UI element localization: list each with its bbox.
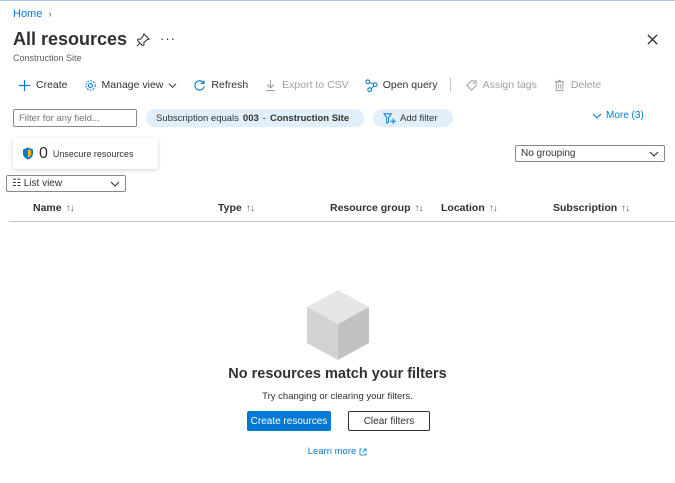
download-icon: [266, 79, 276, 91]
clear-filters-button[interactable]: Clear filters: [348, 411, 430, 431]
chevron-down-icon: [592, 113, 602, 119]
empty-state-subtitle: Try changing or clearing your filters.: [262, 391, 413, 402]
breadcrumb: Home ›: [13, 8, 52, 20]
learn-more-label: Learn more: [307, 446, 357, 457]
sort-icon: ↑↓: [621, 202, 630, 214]
create-resources-button[interactable]: Create resources: [247, 411, 331, 431]
open-query-button[interactable]: Open query: [365, 78, 438, 92]
add-filter-label: Add filter: [400, 112, 438, 124]
assign-tags-button[interactable]: Assign tags: [465, 79, 537, 92]
toolbar-divider: [449, 78, 451, 92]
refresh-label: Refresh: [211, 79, 249, 91]
column-header-resource-group[interactable]: Resource group ↑↓: [330, 202, 424, 214]
more-filters-link[interactable]: More (3): [592, 110, 644, 121]
create-label: Create: [36, 79, 68, 91]
column-label: Resource group: [330, 202, 411, 214]
query-icon: [365, 78, 378, 92]
shield-icon: [23, 147, 33, 160]
empty-state-title: No resources match your filters: [228, 366, 447, 382]
column-header-location[interactable]: Location ↑↓: [441, 202, 498, 214]
page-subtitle: Construction Site: [13, 53, 82, 63]
add-filter-icon: [383, 112, 396, 124]
view-dropdown[interactable]: ☷ List view: [6, 175, 126, 192]
gear-icon: [84, 79, 96, 91]
unsecure-label: Unsecure resources: [52, 148, 134, 159]
unsecure-resources-card[interactable]: 0 Unsecure resources: [13, 138, 158, 169]
create-button[interactable]: Create: [18, 79, 68, 92]
manage-view-label: Manage view: [101, 79, 164, 91]
column-label: Type: [218, 202, 242, 214]
column-label: Location: [441, 202, 485, 214]
filter-input[interactable]: [13, 109, 137, 127]
column-label: Subscription: [553, 202, 618, 214]
export-csv-button[interactable]: Export to CSV: [264, 79, 349, 92]
sort-icon: ↑↓: [488, 202, 498, 214]
delete-button[interactable]: Delete: [553, 79, 601, 92]
trash-icon: [554, 79, 564, 91]
chevron-down-icon: [110, 181, 120, 187]
page-title: All resources: [13, 29, 128, 49]
subscription-filter-name: Construction Site: [269, 112, 350, 124]
grouping-dropdown[interactable]: No grouping: [515, 145, 665, 162]
more-options-icon[interactable]: ···: [160, 31, 176, 46]
sort-icon: ↑↓: [245, 202, 255, 214]
subscription-filter-prefix: Subscription equals: [156, 112, 239, 124]
table-header: Name ↑↓ Type ↑↓ Resource group ↑↓ Locati…: [9, 200, 675, 222]
plus-icon: [18, 79, 31, 91]
manage-view-button[interactable]: Manage view: [84, 79, 178, 92]
add-filter-button[interactable]: Add filter: [373, 109, 453, 127]
view-value: ☷ List view: [12, 178, 63, 189]
subscription-filter-id: 003: [242, 112, 259, 124]
refresh-button[interactable]: Refresh: [193, 79, 248, 92]
command-bar: Create Manage view Refresh Export to CSV…: [18, 76, 617, 94]
delete-label: Delete: [570, 79, 602, 91]
tag-icon: [465, 79, 477, 91]
export-csv-label: Export to CSV: [282, 79, 349, 91]
unsecure-count: 0: [39, 144, 48, 162]
column-label: Name: [33, 202, 62, 214]
open-query-label: Open query: [382, 79, 438, 91]
sort-icon: ↑↓: [414, 202, 424, 214]
subscription-filter-pill[interactable]: Subscription equals 003 - Construction S…: [146, 109, 364, 127]
grouping-value: No grouping: [521, 148, 576, 159]
column-header-type[interactable]: Type ↑↓: [218, 202, 255, 214]
chevron-down-icon: [168, 82, 177, 88]
sort-icon: ↑↓: [65, 202, 75, 214]
empty-state-cube-icon: [307, 290, 369, 360]
breadcrumb-separator: ›: [48, 8, 52, 20]
pin-icon[interactable]: [136, 33, 150, 47]
chevron-down-icon: [649, 151, 659, 157]
learn-more-link[interactable]: Learn more: [0, 446, 675, 457]
breadcrumb-home-link[interactable]: Home: [13, 8, 42, 20]
close-icon[interactable]: [646, 33, 659, 46]
subscription-filter-dash: -: [262, 112, 266, 124]
external-link-icon: [359, 448, 367, 455]
column-header-subscription[interactable]: Subscription ↑↓: [553, 202, 630, 214]
more-filters-label: More (3): [606, 110, 644, 121]
assign-tags-label: Assign tags: [482, 79, 537, 91]
column-header-name[interactable]: Name ↑↓: [33, 202, 75, 214]
refresh-icon: [194, 79, 206, 91]
top-border: [0, 0, 675, 1]
